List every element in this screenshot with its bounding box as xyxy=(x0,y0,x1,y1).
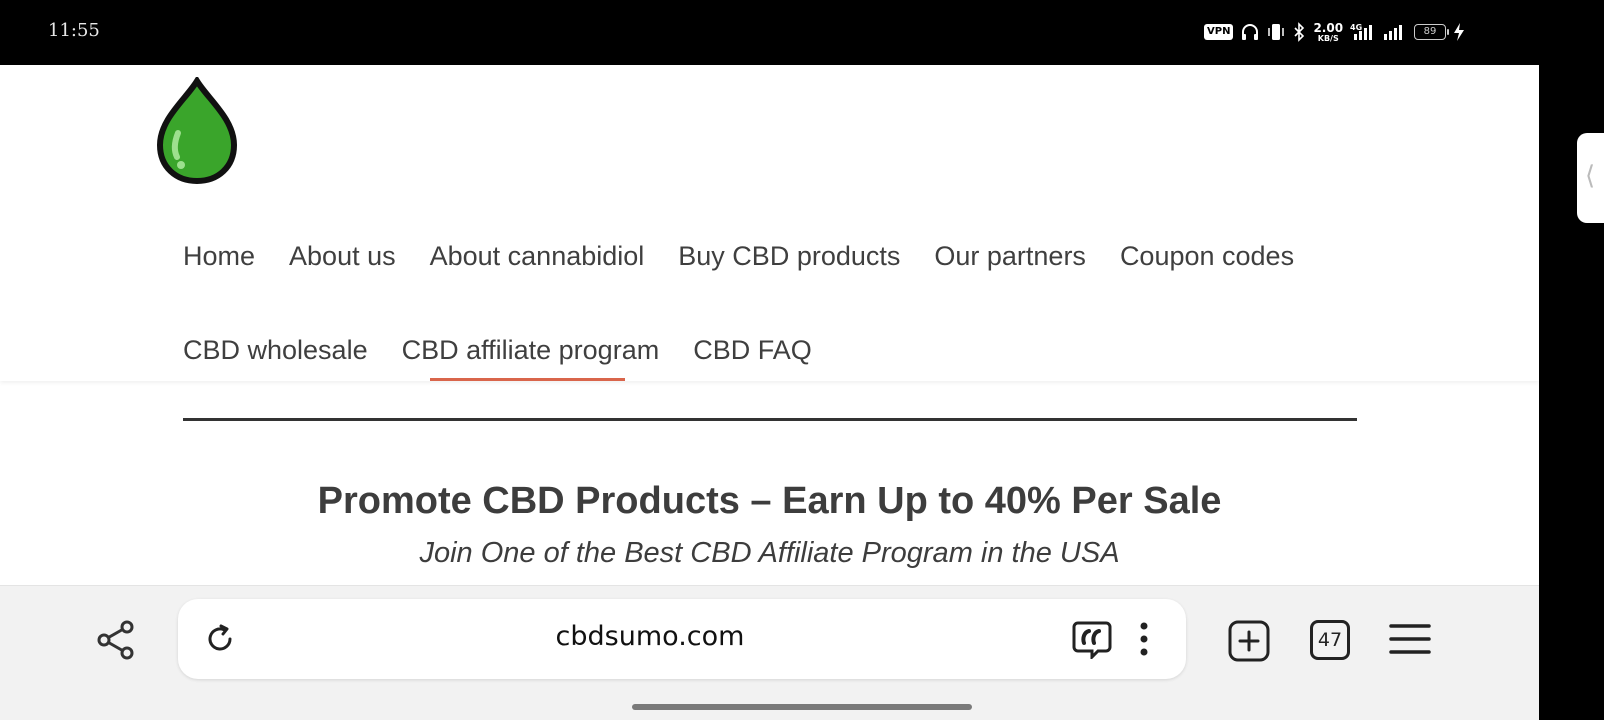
hero-title: Promote CBD Products – Earn Up to 40% Pe… xyxy=(317,480,1222,522)
nav-cbd-affiliate-program[interactable]: CBD affiliate program xyxy=(402,335,660,366)
content-divider xyxy=(183,418,1357,421)
nav-about-cannabidiol[interactable]: About cannabidiol xyxy=(430,241,645,272)
status-time: 11:55 xyxy=(48,20,100,41)
signal-icon: 4G xyxy=(1350,23,1373,40)
charging-icon xyxy=(1454,23,1465,41)
battery-icon: 89 xyxy=(1414,24,1450,40)
nav-cbd-faq[interactable]: CBD FAQ xyxy=(693,335,812,366)
nav-home[interactable]: Home xyxy=(183,241,255,272)
quote-icon[interactable] xyxy=(1072,619,1112,659)
browser-toolbar: cbdsumo.com 47 xyxy=(0,585,1539,693)
net-speed-unit: KB/S xyxy=(1317,33,1339,43)
active-nav-underline xyxy=(430,378,625,381)
hero-subtitle: Join One of the Best CBD Affiliate Progr… xyxy=(419,537,1120,569)
url-text[interactable]: cbdsumo.com xyxy=(178,621,1122,652)
green-drop-logo[interactable] xyxy=(156,77,238,185)
vpn-badge: VPN xyxy=(1204,24,1234,40)
nav-cbd-wholesale[interactable]: CBD wholesale xyxy=(183,335,368,366)
status-bar: 11:55 VPN 2.00 KB/S 4G 89 xyxy=(0,0,1604,65)
net-speed-value: 2.00 xyxy=(1313,20,1344,35)
web-page: Home About us About cannabidiol Buy CBD … xyxy=(0,65,1539,585)
home-indicator[interactable] xyxy=(632,704,972,710)
nav-our-partners[interactable]: Our partners xyxy=(934,241,1086,272)
menu-icon[interactable] xyxy=(1389,622,1431,656)
signal-icon xyxy=(1384,25,1403,40)
tabs-icon[interactable]: 47 xyxy=(1310,620,1350,660)
main-nav-row-2: CBD wholesale CBD affiliate program CBD … xyxy=(183,335,812,366)
vibrate-icon xyxy=(1268,24,1285,40)
chevron-left-icon: ⟨ xyxy=(1585,161,1596,191)
new-tab-icon[interactable] xyxy=(1228,620,1270,662)
share-icon[interactable] xyxy=(96,620,136,660)
nav-coupon-codes[interactable]: Coupon codes xyxy=(1120,241,1294,272)
network-type: 4G xyxy=(1350,23,1362,32)
more-vertical-icon[interactable] xyxy=(1138,621,1150,657)
nav-about-us[interactable]: About us xyxy=(289,241,396,272)
main-nav-row-1: Home About us About cannabidiol Buy CBD … xyxy=(183,241,1294,272)
status-icons: VPN 2.00 KB/S 4G 89 xyxy=(1204,21,1465,43)
address-bar[interactable]: cbdsumo.com xyxy=(178,599,1186,679)
bluetooth-icon xyxy=(1294,22,1305,42)
site-header: Home About us About cannabidiol Buy CBD … xyxy=(0,65,1539,381)
nav-buy-cbd-products[interactable]: Buy CBD products xyxy=(678,241,900,272)
side-panel-handle[interactable]: ⟨ xyxy=(1577,133,1604,223)
net-speed: 2.00 KB/S xyxy=(1313,22,1343,43)
headphones-icon xyxy=(1242,24,1259,40)
